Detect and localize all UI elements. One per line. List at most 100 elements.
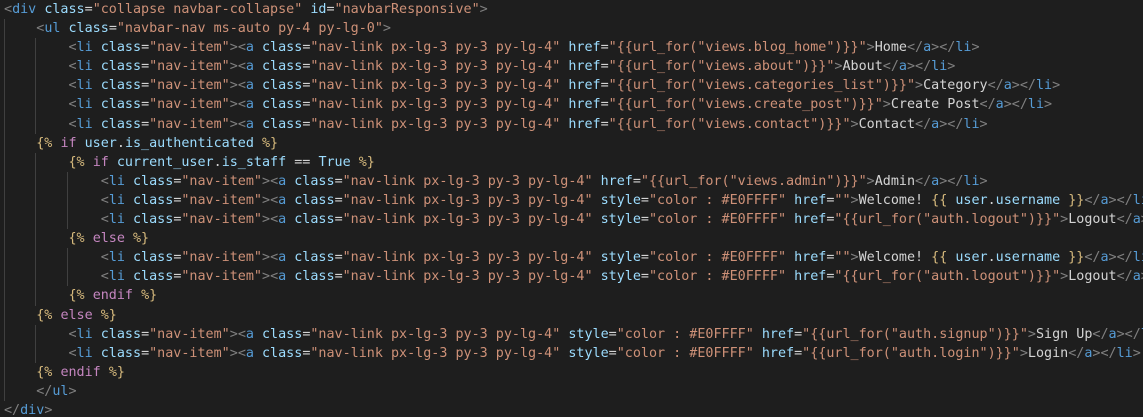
token-op: . (213, 154, 222, 170)
token-attr: style (600, 212, 641, 228)
token-kw: if (92, 154, 109, 170)
token-var: is_staff (221, 154, 287, 170)
token-tag: a (898, 59, 907, 75)
token-bracket: > (1027, 326, 1036, 342)
token-punct: = (640, 269, 649, 285)
code-line[interactable]: </ul> (0, 381, 1143, 401)
code-line[interactable]: </div> (0, 401, 1143, 417)
token-bracket: > (850, 116, 859, 132)
indent-guide (35, 343, 37, 363)
code-line[interactable]: <li class="nav-item"><a class="nav-link … (0, 76, 1143, 96)
token-text: About (842, 59, 883, 75)
token-attr: href (568, 97, 601, 113)
token-attr: class (294, 212, 335, 228)
code-line[interactable]: {% else %} (0, 305, 1143, 325)
code-line[interactable]: {% else %} (0, 229, 1143, 249)
token-tag: li (76, 59, 93, 75)
code-line[interactable]: <li class="nav-item"><a class="nav-link … (0, 190, 1143, 211)
token-bracket: < (237, 97, 246, 113)
token-tag: li (1132, 250, 1143, 266)
token-attr: class (294, 250, 335, 266)
indent-guide (35, 114, 37, 134)
token-text: Category (923, 78, 988, 94)
token-kw: else (60, 307, 93, 323)
token-var: user (955, 192, 988, 208)
code-line[interactable]: <li class="nav-item"><a class="nav-link … (0, 248, 1143, 268)
token-tag: a (1100, 250, 1109, 266)
code-line[interactable]: <li class="nav-item"><a class="nav-link … (0, 57, 1143, 77)
code-line[interactable]: <li class="nav-item"><a class="nav-link … (0, 343, 1143, 363)
token-jinja: {% (68, 154, 85, 170)
indent-guide (4, 305, 5, 325)
code-line[interactable]: <li class="nav-item"><a class="nav-link … (0, 210, 1143, 230)
token-bracket: > (262, 173, 271, 189)
token-str: "{{url_for("views.create_post")}}" (608, 97, 883, 113)
token-punct: = (600, 97, 609, 113)
token-tag: li (1027, 97, 1045, 113)
code-line[interactable]: <li class="nav-item"><a class="nav-link … (0, 95, 1143, 115)
token-bracket: > (979, 173, 988, 189)
code-line[interactable]: <ul class="navbar-nav ms-auto py-4 py-lg… (0, 19, 1143, 39)
code-line[interactable]: <li class="nav-item"><a class="nav-link … (0, 171, 1143, 191)
token-attr: class (44, 2, 85, 17)
token-tag: a (245, 345, 254, 361)
code-line[interactable]: {% if current_user.is_staff == True %} (0, 152, 1143, 172)
token-punct: = (334, 269, 343, 285)
indent-guide (4, 114, 5, 134)
indent-guide (35, 152, 37, 172)
token-attr: class (68, 21, 109, 37)
code-editor[interactable]: <div class="collapse navbar-collapse" id… (0, 0, 1143, 417)
indent-guide (35, 210, 37, 230)
token-str: "nav-link px-lg-3 py-3 py-lg-4" (342, 173, 593, 189)
code-line[interactable]: <li class="nav-item"><a class="nav-link … (0, 38, 1143, 58)
token-bracket: </ (1092, 326, 1109, 342)
code-line[interactable]: {% endif %} (0, 286, 1143, 306)
token-attr: class (262, 345, 303, 361)
token-bracket: < (237, 78, 246, 94)
token-tag: li (76, 78, 93, 94)
code-line[interactable]: {% endif %} (0, 362, 1143, 382)
code-line[interactable]: <div class="collapse navbar-collapse" id… (0, 0, 1143, 19)
indent-guide (35, 95, 37, 115)
token-str: "nav-item" (181, 192, 262, 208)
indent-guide (66, 171, 68, 191)
token-bracket: > (229, 40, 238, 56)
token-text: Sign Up (1035, 326, 1093, 342)
token-tag: a (245, 40, 254, 56)
token-tag: li (76, 326, 93, 342)
code-line[interactable]: <li class="nav-item"><a class="nav-link … (0, 324, 1143, 344)
token-text: Home (874, 40, 907, 56)
token-tag: li (108, 212, 125, 228)
token-attr: class (294, 173, 335, 189)
token-attr: href (600, 173, 633, 189)
code-line[interactable]: <li class="nav-item"><a class="nav-link … (0, 114, 1143, 134)
token-text: Logout (1068, 212, 1117, 228)
token-str: "" (834, 250, 851, 266)
token-str: "nav-item" (149, 116, 230, 132)
code-line[interactable]: {% if user.is_authenticated %} (0, 133, 1143, 153)
token-tag: a (931, 173, 940, 189)
token-str: "{{url_for("auth.login")}}" (802, 345, 1020, 361)
token-str: "nav-link px-lg-3 py-3 py-lg-4" (342, 212, 593, 228)
token-bracket: < (68, 40, 77, 56)
token-jinja: {% (36, 135, 53, 151)
indent-guide (4, 133, 5, 153)
token-bracket: > (882, 97, 891, 113)
token-attr: href (568, 40, 601, 56)
token-punct: = (608, 345, 617, 361)
code-view[interactable]: <div class="collapse navbar-collapse" id… (0, 0, 1143, 417)
token-attr: class (133, 250, 174, 266)
token-str: "{{url_for("views.blog_home")}}" (608, 40, 867, 56)
token-bracket: > (1052, 78, 1061, 94)
code-line[interactable]: <li class="nav-item"><a class="nav-link … (0, 267, 1143, 287)
token-bracket: > (850, 250, 859, 266)
indent-guide (4, 248, 5, 268)
